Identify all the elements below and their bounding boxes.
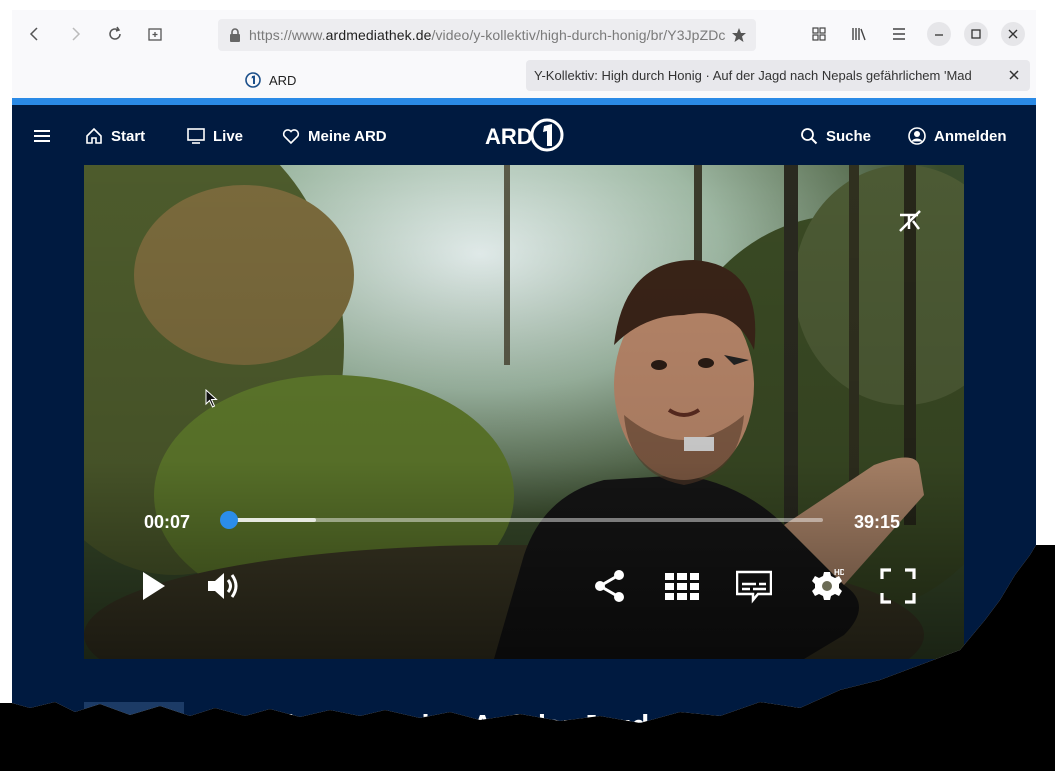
audio-description-off-icon[interactable]: [896, 207, 924, 235]
page-loading-bar: [12, 98, 1036, 105]
tab-strip: ARD Y-Kollektiv: High durch Honig · Auf …: [12, 60, 1036, 98]
video-player[interactable]: 00:07 39:15 HD: [84, 165, 964, 659]
new-tab-icon[interactable]: [143, 22, 167, 46]
url-bar[interactable]: https://www.ardmediathek.de/video/y-koll…: [218, 19, 756, 51]
buffered-bar: [227, 518, 317, 522]
progress-track[interactable]: [219, 511, 823, 529]
nav-start[interactable]: Start: [85, 125, 145, 147]
nav-suche[interactable]: Suche: [800, 125, 871, 147]
apps-grid-icon[interactable]: [809, 24, 829, 44]
hamburger-menu-icon[interactable]: [33, 125, 51, 147]
nav-meine-ard-label: Meine ARD: [308, 127, 387, 145]
episode-thumbnail[interactable]: [84, 702, 184, 771]
home-icon: [86, 127, 102, 144]
svg-text:ARD: ARD: [485, 124, 533, 149]
screenshot-stage: https://www.ardmediathek.de/video/y-koll…: [0, 0, 1055, 771]
tab-close-icon[interactable]: [1006, 67, 1022, 83]
tab-video[interactable]: Y-Kollektiv: High durch Honig · Auf der …: [526, 60, 1030, 91]
nav-anmelden-label: Anmelden: [934, 127, 1007, 145]
nav-anmelden[interactable]: Anmelden: [908, 125, 1007, 147]
forward-icon[interactable]: [63, 22, 87, 46]
nav-live[interactable]: Live: [187, 125, 243, 147]
episode-title: High durch Honig · Auf der Jagd: [204, 710, 650, 742]
nav-start-label: Start: [111, 127, 146, 145]
duration: 39:15: [854, 512, 901, 532]
tab-video-label: Y-Kollektiv: High durch Honig · Auf der …: [534, 68, 972, 83]
grid-icon: [665, 573, 699, 600]
browser-toolbar: https://www.ardmediathek.de/video/y-koll…: [12, 10, 1036, 60]
close-icon[interactable]: [1001, 22, 1025, 46]
ard-favicon-icon: [245, 72, 261, 88]
tab-ard[interactable]: ARD: [245, 68, 296, 92]
svg-text:HD: HD: [834, 568, 844, 577]
ard-page: Start Live Meine ARD ARD Suche Anmelden …: [12, 105, 1036, 771]
volume-button[interactable]: [200, 563, 246, 609]
fullscreen-icon: [880, 568, 916, 604]
nav-suche-label: Suche: [826, 127, 872, 145]
ard-logo[interactable]: ARD: [484, 117, 566, 153]
library-icon[interactable]: [849, 24, 869, 44]
nav-live-label: Live: [213, 127, 244, 145]
tv-icon: [187, 128, 205, 144]
progress-knob[interactable]: [219, 511, 238, 529]
play-button[interactable]: [129, 563, 175, 609]
user-icon: [908, 127, 926, 145]
minimize-icon[interactable]: [927, 22, 951, 46]
settings-gear-icon: HD: [812, 568, 844, 600]
tab-ard-label: ARD: [269, 72, 297, 88]
url-text[interactable]: https://www.ardmediathek.de/video/y-koll…: [249, 27, 725, 43]
browser-window: https://www.ardmediathek.de/video/y-koll…: [12, 10, 1036, 771]
volume-icon: [208, 573, 238, 599]
menu-icon[interactable]: [889, 24, 909, 44]
back-icon[interactable]: [23, 22, 47, 46]
heart-icon: [282, 129, 300, 145]
fullscreen-button[interactable]: [875, 563, 921, 609]
episodes-button[interactable]: [659, 563, 705, 609]
nav-meine-ard[interactable]: Meine ARD: [282, 125, 387, 147]
mouse-cursor-icon: [205, 389, 218, 408]
subtitles-icon: [736, 570, 772, 604]
lock-icon: [230, 28, 240, 42]
settings-button[interactable]: HD: [803, 563, 849, 609]
share-icon: [595, 570, 624, 602]
search-icon: [801, 128, 818, 145]
site-navigation: Start Live Meine ARD ARD Suche Anmelden: [12, 105, 1036, 165]
current-time: 00:07: [144, 512, 191, 532]
reload-icon[interactable]: [103, 22, 127, 46]
br-logo-icon: [106, 734, 163, 750]
maximize-icon[interactable]: [964, 22, 988, 46]
play-icon: [143, 572, 165, 600]
subtitles-button[interactable]: [731, 563, 777, 609]
share-button[interactable]: [587, 563, 633, 609]
bookmark-star-icon[interactable]: [730, 26, 748, 44]
